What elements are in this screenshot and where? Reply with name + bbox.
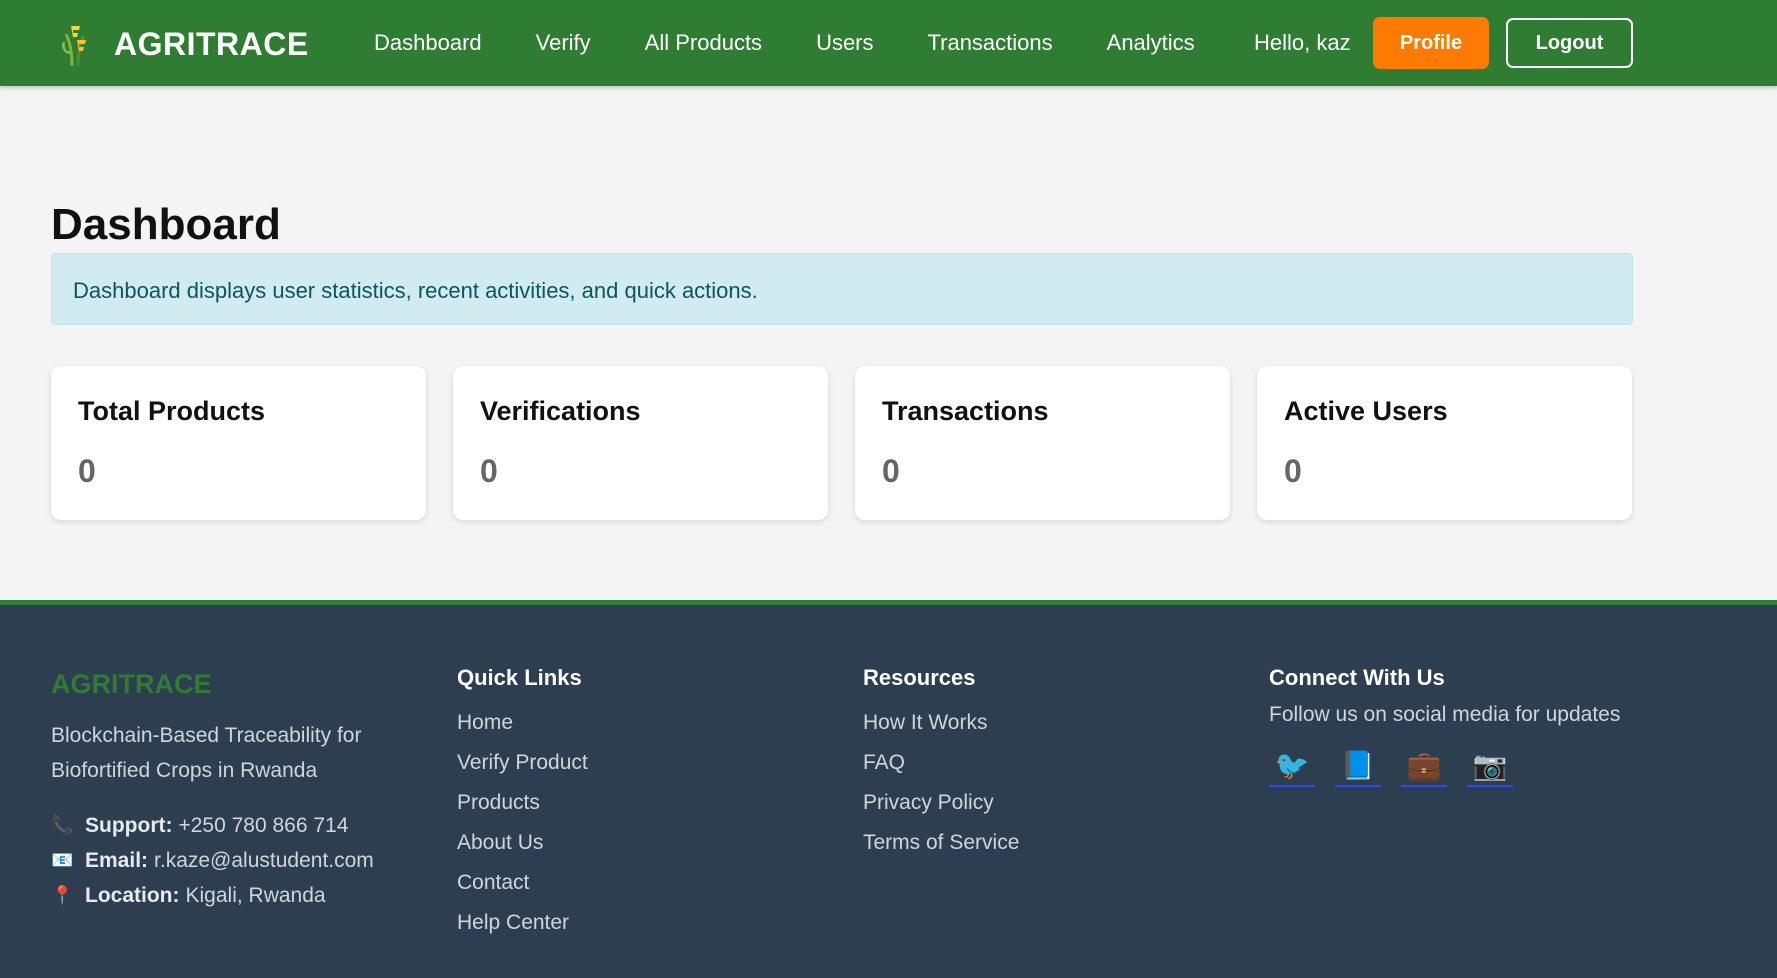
contact-label: Email: bbox=[85, 849, 149, 872]
stat-card-transactions: Transactions 0 bbox=[855, 366, 1230, 520]
footer-link-privacy-policy[interactable]: Privacy Policy bbox=[863, 783, 1019, 823]
footer-link-about-us[interactable]: About Us bbox=[457, 823, 588, 863]
footer-connect-text: Follow us on social media for updates bbox=[1269, 703, 1621, 726]
footer-link-how-it-works[interactable]: How It Works bbox=[863, 703, 1019, 743]
footer-link-home[interactable]: Home bbox=[457, 703, 588, 743]
stat-card-total-products: Total Products 0 bbox=[51, 366, 426, 520]
stats-cards: Total Products 0 Verifications 0 Transac… bbox=[51, 366, 1632, 520]
stat-card-value: 0 bbox=[1284, 453, 1302, 489]
brand[interactable]: AGRITRACE bbox=[60, 22, 309, 66]
stat-card-title: Verifications bbox=[480, 396, 641, 426]
nav-analytics[interactable]: Analytics bbox=[1107, 30, 1195, 56]
logout-button[interactable]: Logout bbox=[1506, 18, 1633, 68]
site-footer: AGRITRACE Blockchain-Based Traceability … bbox=[0, 600, 1777, 978]
top-navbar: AGRITRACE Dashboard Verify All Products … bbox=[0, 0, 1777, 86]
phone-icon: 📞 bbox=[51, 815, 74, 835]
contact-value: r.kaze@alustudent.com bbox=[154, 849, 374, 872]
contact-label: Support: bbox=[85, 814, 173, 837]
stat-card-title: Transactions bbox=[882, 396, 1049, 426]
stat-card-active-users: Active Users 0 bbox=[1257, 366, 1632, 520]
contact-email: 📧 Email: r.kaze@alustudent.com bbox=[51, 843, 391, 878]
bird-icon[interactable]: 🐦 bbox=[1269, 747, 1315, 787]
footer-link-verify-product[interactable]: Verify Product bbox=[457, 743, 588, 783]
wheat-logo-icon bbox=[62, 26, 86, 66]
footer-brand: AGRITRACE bbox=[51, 669, 212, 699]
stat-card-title: Active Users bbox=[1284, 396, 1448, 426]
contact-location: 📍 Location: Kigali, Rwanda bbox=[51, 878, 391, 913]
stat-card-value: 0 bbox=[480, 453, 498, 489]
footer-link-contact[interactable]: Contact bbox=[457, 863, 588, 903]
brand-name: AGRITRACE bbox=[114, 25, 309, 62]
contact-value: Kigali, Rwanda bbox=[185, 884, 326, 907]
contact-label: Location: bbox=[85, 884, 180, 907]
footer-heading: Resources bbox=[863, 665, 976, 690]
footer-heading: Connect With Us bbox=[1269, 665, 1445, 690]
location-pin-icon: 📍 bbox=[51, 885, 74, 905]
profile-button[interactable]: Profile bbox=[1373, 17, 1489, 69]
footer-heading: Quick Links bbox=[457, 665, 582, 690]
nav-users[interactable]: Users bbox=[816, 30, 873, 56]
nav-transactions[interactable]: Transactions bbox=[928, 30, 1053, 56]
page-title: Dashboard bbox=[51, 200, 281, 249]
stat-card-value: 0 bbox=[882, 453, 900, 489]
camera-icon[interactable]: 📷 bbox=[1467, 747, 1513, 787]
nav-verify[interactable]: Verify bbox=[536, 30, 591, 56]
footer-link-help-center[interactable]: Help Center bbox=[457, 903, 588, 943]
social-links: 🐦 📘 💼 📷 bbox=[1269, 747, 1620, 787]
email-icon: 📧 bbox=[51, 850, 74, 870]
footer-link-products[interactable]: Products bbox=[457, 783, 588, 823]
footer-tagline: Blockchain-Based Traceability for Biofor… bbox=[51, 724, 362, 782]
user-greeting: Hello, kaz bbox=[1254, 30, 1351, 55]
footer-contact: 📞 Support: +250 780 866 714 📧 Email: r.k… bbox=[51, 808, 391, 913]
footer-resources: Resources How It Works FAQ Privacy Polic… bbox=[863, 665, 1019, 863]
book-icon[interactable]: 📘 bbox=[1335, 747, 1381, 787]
contact-value: +250 780 866 714 bbox=[178, 814, 349, 837]
footer-about: AGRITRACE Blockchain-Based Traceability … bbox=[51, 665, 391, 913]
stat-card-verifications: Verifications 0 bbox=[453, 366, 828, 520]
footer-link-terms-of-service[interactable]: Terms of Service bbox=[863, 823, 1019, 863]
nav-all-products[interactable]: All Products bbox=[645, 30, 762, 56]
nav-dashboard[interactable]: Dashboard bbox=[374, 30, 482, 56]
contact-support: 📞 Support: +250 780 866 714 bbox=[51, 808, 391, 843]
info-alert: Dashboard displays user statistics, rece… bbox=[51, 253, 1633, 325]
footer-connect: Connect With Us Follow us on social medi… bbox=[1269, 665, 1620, 787]
stat-card-value: 0 bbox=[78, 453, 96, 489]
footer-quick-links: Quick Links Home Verify Product Products… bbox=[457, 665, 588, 943]
briefcase-icon[interactable]: 💼 bbox=[1401, 747, 1447, 787]
footer-link-faq[interactable]: FAQ bbox=[863, 743, 1019, 783]
stat-card-title: Total Products bbox=[78, 396, 266, 426]
main-nav: Dashboard Verify All Products Users Tran… bbox=[374, 30, 1249, 56]
